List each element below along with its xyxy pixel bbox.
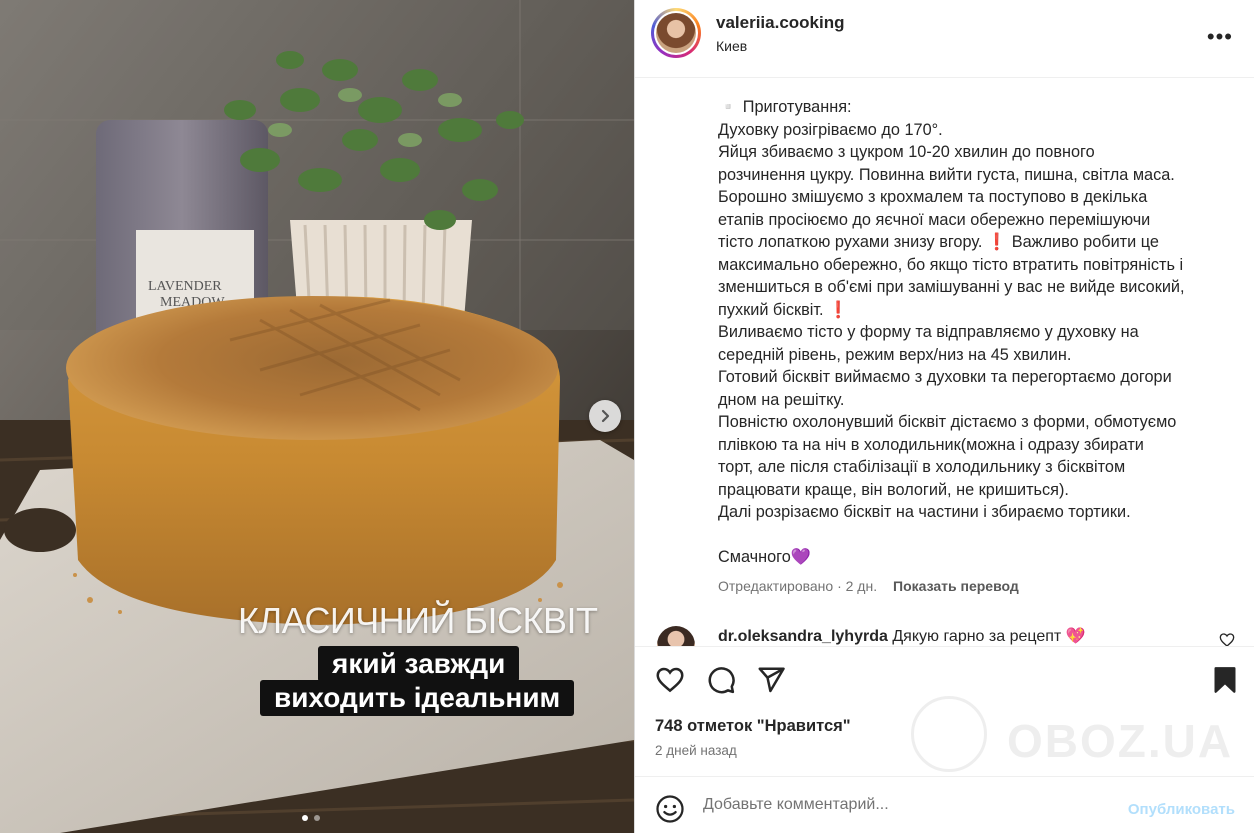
author-avatar[interactable]	[651, 8, 701, 58]
jar-label-1: LAVENDER	[148, 279, 222, 294]
likes-count[interactable]: 748 отметок "Нравится"	[655, 717, 851, 736]
author-username[interactable]: valeriia.cooking	[716, 13, 845, 33]
caption-line: пухкий бісквіт. ❗	[718, 300, 849, 319]
more-options-button[interactable]: •••	[1207, 24, 1233, 50]
edited-label: Отредактировано · 2 дн.	[718, 578, 878, 594]
caption-line: розчинення цукру. Повинна вийти густа, п…	[718, 165, 1175, 184]
caption-closing: Смачного💜	[718, 547, 812, 566]
caption-line: ▫️ Приготування:	[718, 98, 852, 116]
watermark-text: OBOZ.UA	[1007, 715, 1234, 767]
caption-line: плівкою та на ніч в холодильник(можна і …	[718, 435, 1144, 454]
post-caption: ▫️ Приготування: Духовку розігріваємо до…	[718, 96, 1228, 568]
watermark: OBOZ.UA	[911, 696, 1231, 776]
avatar-frame	[654, 11, 698, 55]
heart-outline-icon[interactable]	[1219, 632, 1235, 646]
overlay-subtitle-1: який завжди	[318, 646, 520, 682]
comment-icon[interactable]	[706, 665, 736, 695]
post-date[interactable]: 2 дней назад	[655, 743, 737, 758]
caption-line: Виливаємо тісто у форму та відправляємо …	[718, 323, 1139, 341]
carousel-indicator	[302, 815, 320, 821]
watermark-globe-icon	[911, 696, 987, 772]
caption-line: Духовку розігріваємо до 170°.	[718, 120, 943, 139]
caption-gap	[718, 524, 1228, 546]
post-details-panel: valeriia.cooking Киев ••• ▫️ Приготуванн…	[634, 0, 1254, 833]
caption-line: торт, але після стабілізації в холодильн…	[718, 458, 1126, 476]
comment-input[interactable]	[703, 791, 1103, 819]
translate-button[interactable]: Показать перевод	[893, 578, 1019, 594]
post-header: valeriia.cooking Киев •••	[635, 0, 1254, 78]
overlay-title: КЛАСИЧНИЙ БІСКВІТ	[238, 600, 598, 641]
carousel-next-button[interactable]	[589, 400, 621, 432]
caption-line: дном на решітку.	[718, 390, 845, 409]
overlay-subtitle-2: виходить ідеальним	[260, 680, 575, 716]
caption-line: максимально обережно, бо якщо тісто втра…	[718, 255, 1184, 274]
caption-line: Борошно змішуємо з крохмалем та поступов…	[718, 188, 1148, 206]
comment-text: Дякую гарно за рецепт 💖	[892, 628, 1086, 645]
share-icon[interactable]	[756, 665, 786, 695]
post-location[interactable]: Киев	[716, 38, 747, 54]
avatar-image	[656, 13, 696, 53]
caption-meta: Отредактировано · 2 дн. Показать перевод	[718, 578, 1019, 594]
publish-button[interactable]: Опубликовать	[1128, 801, 1235, 818]
caption-line: працювати краще, він вологий, не кришить…	[718, 480, 1069, 499]
caption-line: етапів просіюємо до яєчної маси обережно…	[718, 210, 1151, 229]
caption-line: Далі розрізаємо бісквіт на частини і зби…	[718, 503, 1131, 521]
caption-line: Готовий бісквіт виймаємо з духовки та пе…	[718, 368, 1172, 386]
post-media[interactable]: LAVENDER MEADOW КЛАСИЧНИЙ БІСКВІТ який з…	[0, 0, 634, 833]
smiley-icon[interactable]	[655, 794, 685, 824]
carousel-dot-1	[302, 815, 308, 821]
comment-composer: Опубликовать	[635, 776, 1254, 833]
commenter-avatar[interactable]	[657, 626, 695, 646]
caption-line: тісто лопаткою рухами знизу вгору. ❗ Важ…	[718, 233, 1159, 251]
carousel-dot-2	[314, 815, 320, 821]
caption-line: середній рівень, режим верх/низ на 45 хв…	[718, 345, 1072, 364]
comment-body: dr.oleksandra_lyhyrda Дякую гарно за рец…	[718, 626, 1086, 646]
caption-line: Повністю охолонувший бісквіт дістаємо з …	[718, 413, 1177, 431]
comment-item: dr.oleksandra_lyhyrda Дякую гарно за рец…	[655, 622, 1245, 646]
chevron-right-icon	[601, 409, 610, 423]
caption-line: Яйця збиваємо з цукром 10-20 хвилин до п…	[718, 143, 1095, 161]
commenter-username[interactable]: dr.oleksandra_lyhyrda	[718, 628, 888, 645]
bookmark-icon[interactable]	[1211, 665, 1239, 695]
caption-line: зменшиться в об'ємі при замішуванні у ва…	[718, 278, 1185, 296]
heart-icon[interactable]	[655, 665, 685, 695]
